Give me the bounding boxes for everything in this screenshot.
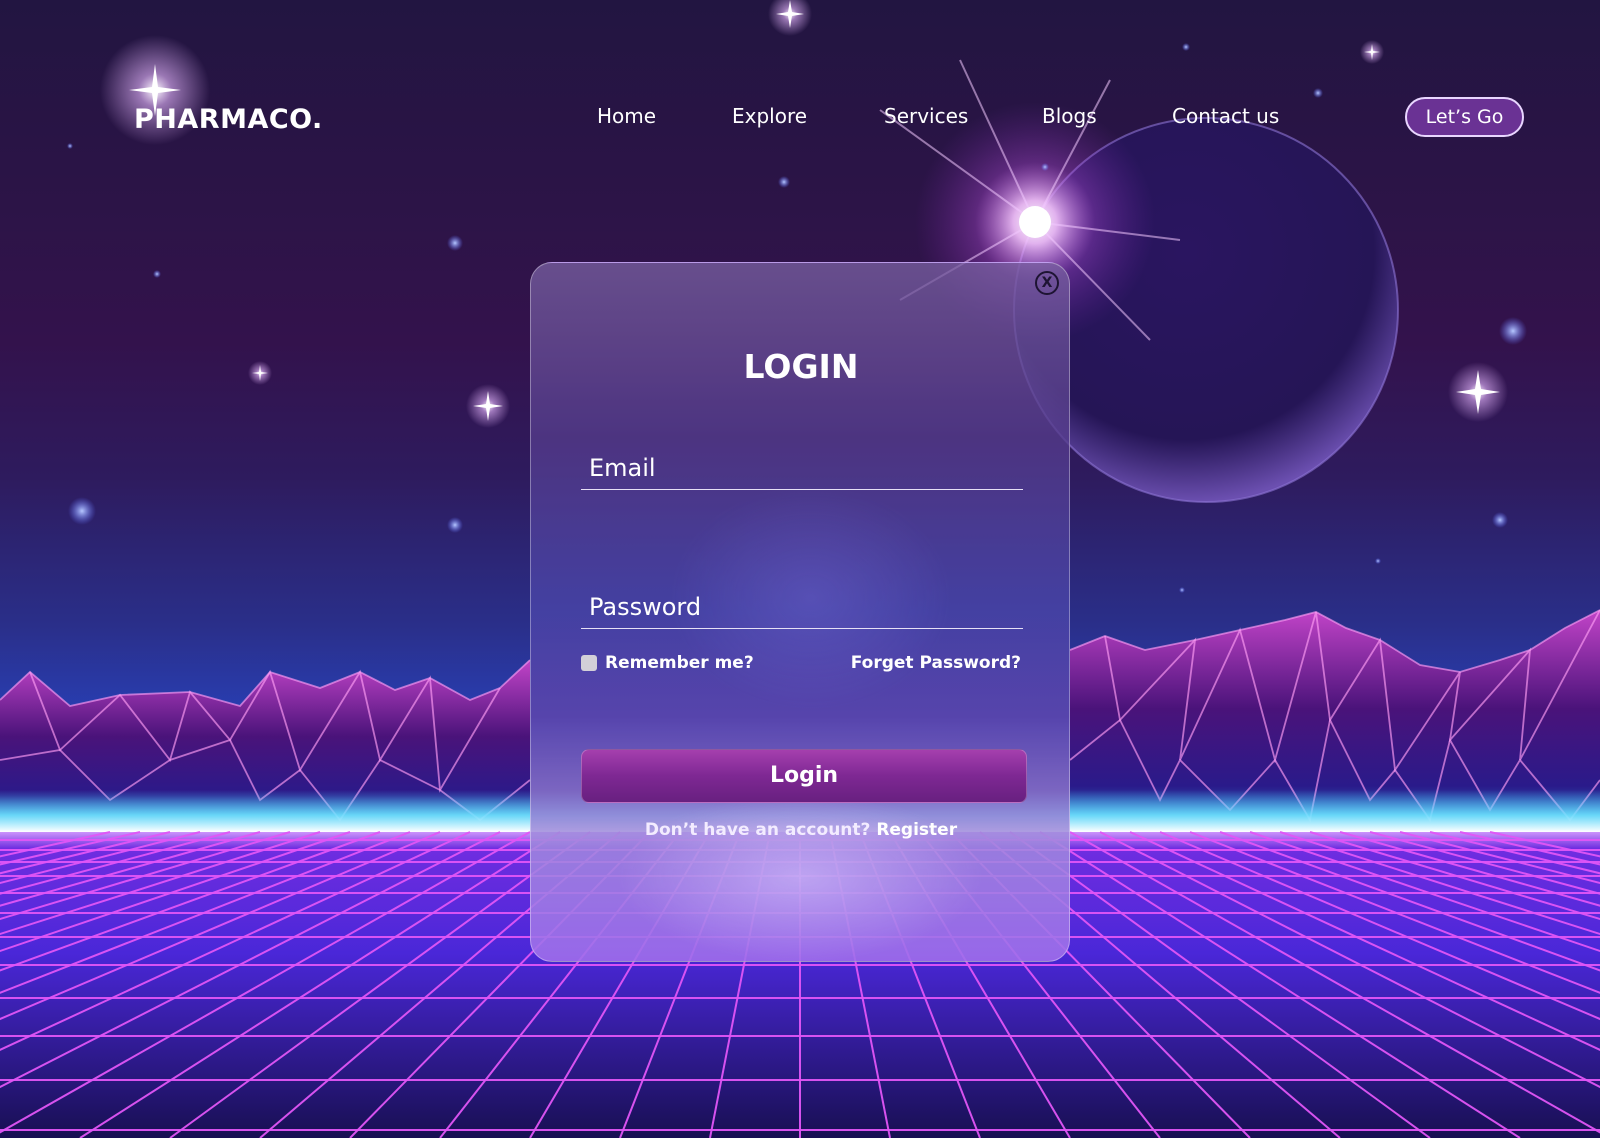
brand-logo[interactable]: PHARMACO. bbox=[134, 104, 323, 135]
signup-prompt-text: Don’t have an account? bbox=[644, 820, 871, 840]
nav-contact-us[interactable]: Contact us bbox=[1172, 104, 1279, 128]
login-title: LOGIN bbox=[743, 347, 859, 386]
password-field-wrapper bbox=[581, 586, 1023, 629]
nav-services[interactable]: Services bbox=[884, 104, 968, 128]
forgot-password-link[interactable]: Forget Password? bbox=[851, 653, 1021, 673]
login-page: PHARMACO. Home Explore Services Blogs Co… bbox=[0, 0, 1600, 1138]
signup-prompt: Don’t have an account? Register bbox=[531, 820, 1069, 840]
lets-go-button[interactable]: Let’s Go bbox=[1405, 97, 1524, 137]
password-field[interactable] bbox=[581, 586, 1023, 628]
remember-me[interactable]: Remember me? bbox=[581, 653, 754, 673]
email-field[interactable] bbox=[581, 447, 1023, 489]
nav-explore[interactable]: Explore bbox=[732, 104, 807, 128]
nav-home[interactable]: Home bbox=[597, 104, 656, 128]
login-card: X LOGIN Remember me? Forget Password? Lo… bbox=[530, 262, 1070, 962]
email-field-wrapper bbox=[581, 447, 1023, 490]
remember-me-label[interactable]: Remember me? bbox=[605, 653, 754, 673]
checkbox-icon[interactable] bbox=[581, 655, 597, 671]
nav-blogs[interactable]: Blogs bbox=[1042, 104, 1097, 128]
close-icon[interactable]: X bbox=[1035, 271, 1059, 295]
register-link[interactable]: Register bbox=[876, 820, 957, 840]
login-button[interactable]: Login bbox=[581, 749, 1027, 803]
